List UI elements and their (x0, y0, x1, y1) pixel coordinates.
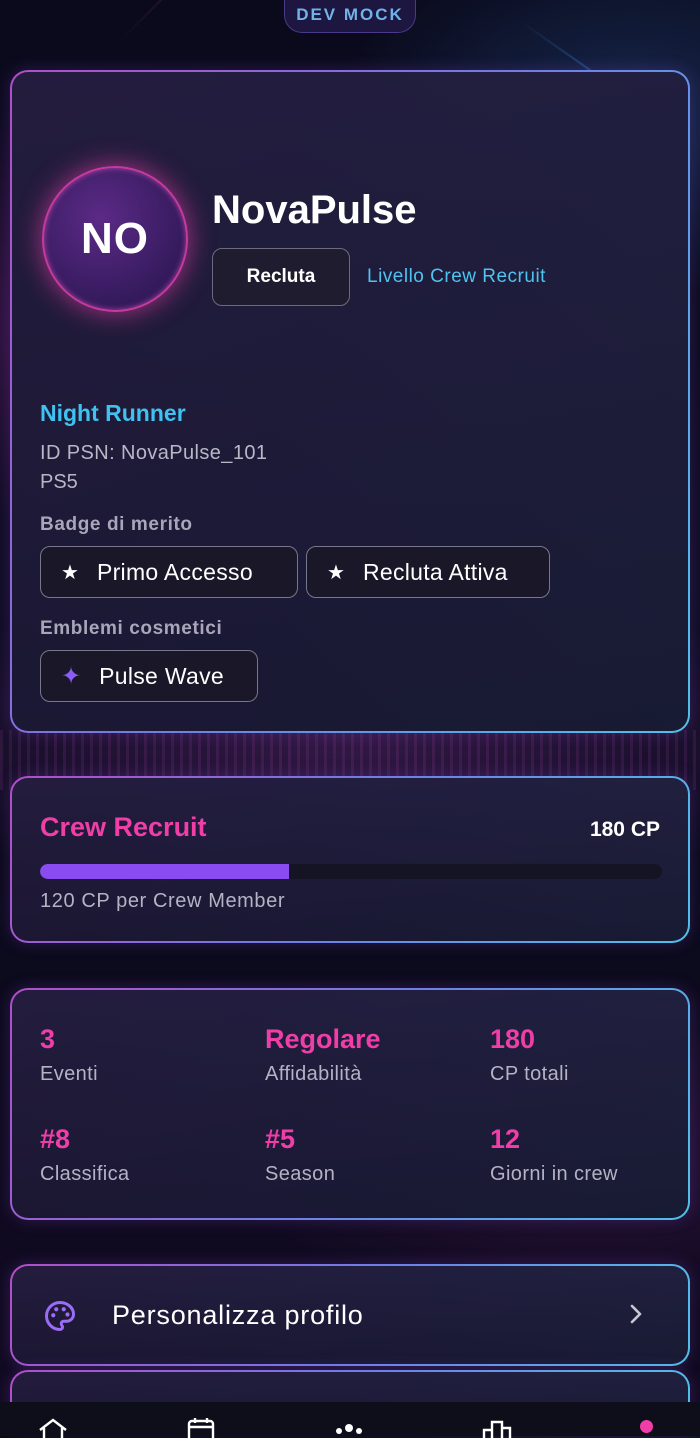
dev-mock-badge: DEV MOCK (284, 0, 416, 33)
customize-profile-row[interactable]: Personalizza profilo (10, 1264, 690, 1366)
username: NovaPulse (212, 188, 417, 232)
badge-chip[interactable]: ★ Primo Accesso (40, 546, 298, 598)
sparkle-icon: ✦ (61, 662, 82, 690)
home-icon[interactable] (36, 1416, 70, 1438)
leaderboard-icon[interactable] (480, 1416, 514, 1438)
profile-icon[interactable] (640, 1420, 653, 1433)
bg-neon-line (119, 0, 263, 42)
star-icon: ★ (327, 561, 345, 584)
level-name: Crew Recruit (40, 812, 207, 842)
avatar[interactable]: NO (42, 166, 188, 312)
badge-label: Recluta Attiva (362, 558, 508, 585)
badges-heading: Badge di merito (40, 514, 193, 535)
chevron-right-icon (630, 1304, 642, 1324)
stat-label: Season (265, 1163, 336, 1185)
stats-card: 3 Eventi Regolare Affidabilità 180 CP to… (10, 988, 690, 1220)
calendar-icon[interactable] (184, 1416, 218, 1438)
dev-mock-label: DEV MOCK (296, 5, 404, 24)
emblem-chip[interactable]: ✦ Pulse Wave (40, 650, 258, 702)
avatar-initials: NO (81, 214, 149, 263)
stat-item: #5 Season (265, 1124, 335, 1186)
profile-card: NO NovaPulse Recluta Livello Crew Recrui… (10, 70, 690, 733)
level-next-hint: 120 CP per Crew Member (40, 890, 286, 912)
stat-value: 3 (40, 1024, 56, 1054)
platform: PS5 (40, 471, 78, 493)
psn-id: ID PSN: NovaPulse_101 (40, 442, 268, 464)
stat-label: Giorni in crew (490, 1163, 618, 1185)
stat-label: CP totali (490, 1063, 569, 1085)
stat-value: 12 (490, 1124, 521, 1154)
customize-profile-label: Personalizza profilo (112, 1300, 364, 1330)
stat-item: 12 Giorni in crew (490, 1124, 618, 1186)
stat-item: Regolare Affidabilità (265, 1024, 381, 1086)
level-card: Crew Recruit 180 CP 120 CP per Crew Memb… (10, 776, 690, 943)
emblems-heading: Emblemi cosmetici (40, 618, 223, 639)
stat-item: #8 Classifica (40, 1124, 130, 1186)
level-link[interactable]: Livello Crew Recruit (367, 266, 546, 288)
stat-label: Classifica (40, 1163, 130, 1185)
level-progress-bar (40, 864, 662, 879)
badge-label: Primo Accesso (96, 558, 253, 585)
level-progress-fill (40, 864, 289, 879)
emblem-label: Pulse Wave (99, 662, 224, 689)
crew-icon[interactable] (332, 1416, 366, 1438)
stat-value: Regolare (265, 1024, 381, 1054)
bottom-nav (0, 1402, 700, 1438)
stat-item: 3 Eventi (40, 1024, 98, 1086)
crew-title: Night Runner (40, 400, 186, 426)
stat-value: 180 (490, 1024, 536, 1054)
star-icon: ★ (61, 561, 79, 584)
level-points: 180 CP (589, 818, 660, 841)
stat-value: #5 (265, 1124, 296, 1154)
stat-label: Eventi (40, 1063, 98, 1085)
stat-item: 180 CP totali (490, 1024, 569, 1086)
palette-icon (45, 1300, 76, 1332)
badge-chip[interactable]: ★ Recluta Attiva (306, 546, 550, 598)
stat-value: #8 (40, 1124, 71, 1154)
stat-label: Affidabilità (265, 1063, 362, 1085)
rank-button[interactable]: Recluta (212, 248, 350, 306)
